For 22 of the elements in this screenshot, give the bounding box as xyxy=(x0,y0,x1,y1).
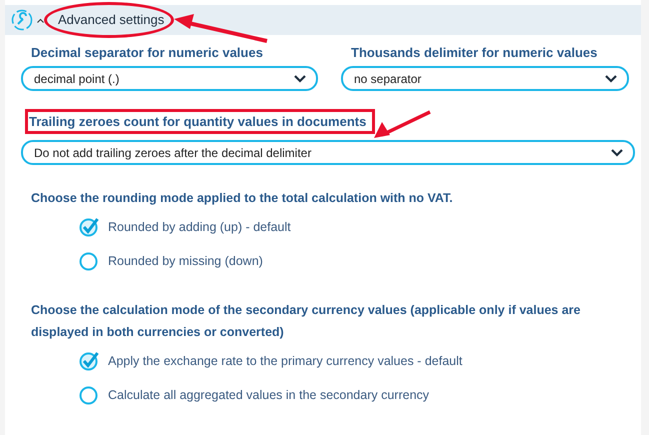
section-title[interactable]: Advanced settings xyxy=(58,12,164,27)
chevron-icon xyxy=(611,148,623,156)
option-label[interactable]: Rounded by adding (up) - default xyxy=(108,220,291,234)
option-label[interactable]: Calculate all aggregated values in the secondary currency xyxy=(108,388,430,402)
dropdown-field[interactable]: decimal point (.) xyxy=(21,66,318,91)
highlighted-field-label: Trailing zeroes count for quantity values in documents xyxy=(25,109,376,134)
checked-radio-icon[interactable] xyxy=(79,217,99,237)
field-label: Thousands delimiter for numeric values xyxy=(351,45,598,60)
checked-radio-icon[interactable] xyxy=(79,351,99,371)
dropdown-field[interactable]: Do not add trailing zeroes after the decimal delimiter xyxy=(21,140,635,165)
chevron-icon xyxy=(605,74,617,82)
radio-icon[interactable] xyxy=(79,385,99,405)
pointer-arrow xyxy=(372,110,432,140)
option-label[interactable]: Rounded by missing (down) xyxy=(108,254,263,268)
question-text: Choose the calculation mode of the secondary currency values (applicable only if values are displayed in both currencies or converted) xyxy=(31,302,582,341)
option-label[interactable]: Apply the exchange rate to the primary currency values - default xyxy=(108,354,462,368)
question-text: Choose the rounding mode applied to the total calculation with no VAT. xyxy=(31,190,454,207)
collapse-icon[interactable] xyxy=(37,18,44,22)
field-label: Decimal separator for numeric values xyxy=(31,45,263,60)
dropdown-field[interactable]: no separator xyxy=(341,66,629,91)
radio-icon[interactable] xyxy=(79,251,99,271)
chevron-icon xyxy=(294,74,306,82)
